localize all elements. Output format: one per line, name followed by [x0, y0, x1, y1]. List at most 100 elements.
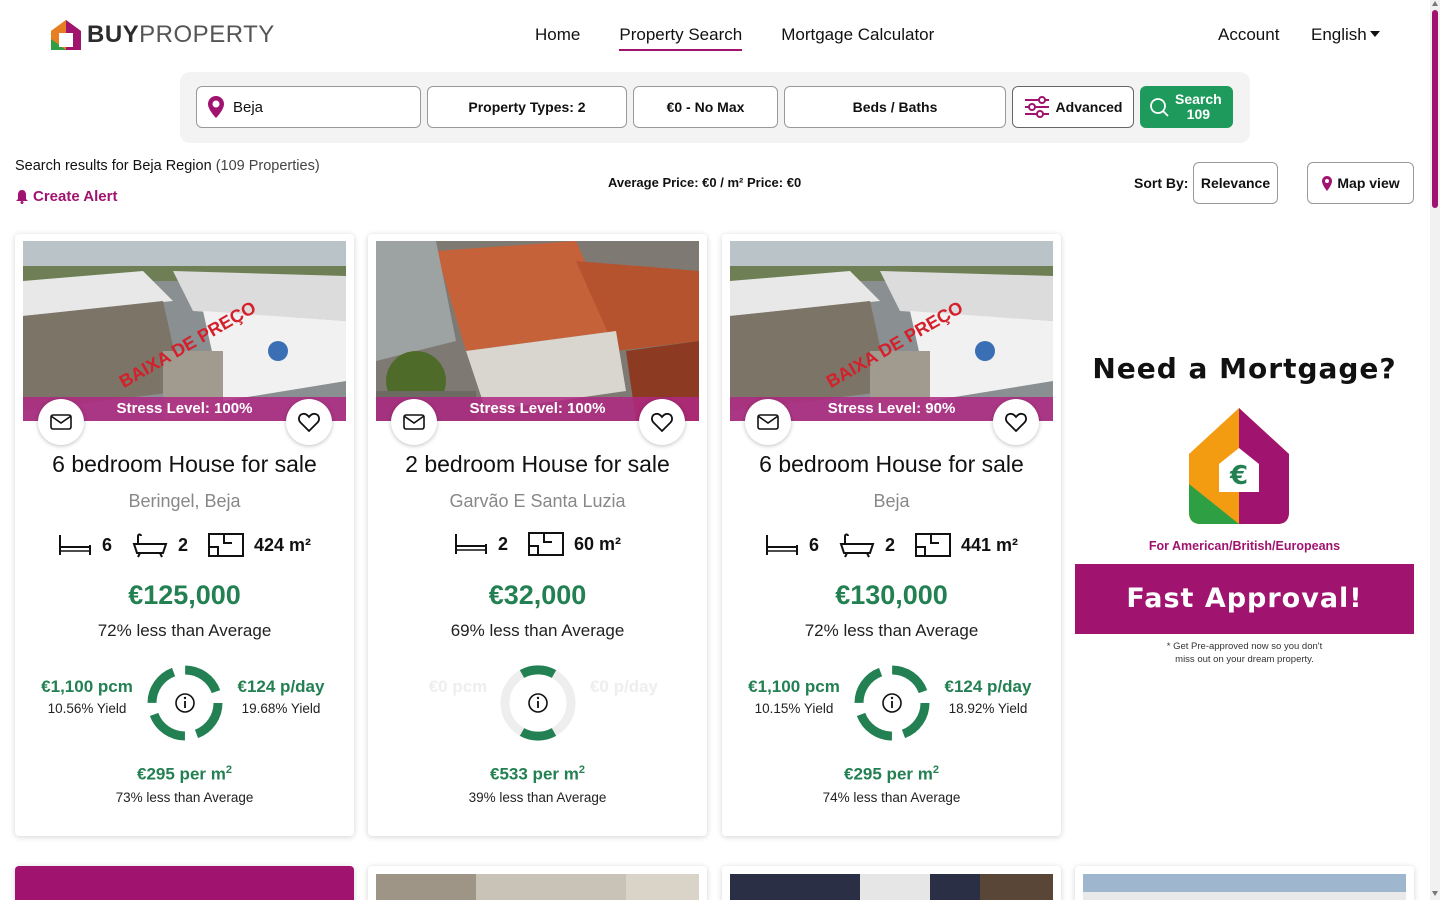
bed-icon: [58, 535, 91, 555]
nav-home[interactable]: Home: [535, 25, 580, 51]
map-pin-icon: [1322, 175, 1333, 191]
contact-agent-button[interactable]: [391, 399, 437, 445]
price-per-m2: €295 per m2: [137, 764, 232, 784]
main-nav: Home Property Search Mortgage Calculator: [535, 25, 973, 51]
bed-icon: [454, 534, 487, 554]
map-pin-icon: [208, 96, 224, 118]
floorplan-icon: [207, 533, 244, 557]
contact-agent-button[interactable]: [745, 399, 791, 445]
listing-card[interactable]: BAIXA DE PREÇO Stress Level: 90% 6 bedro…: [722, 234, 1061, 836]
beds-baths-dropdown[interactable]: Beds / Baths: [784, 86, 1006, 128]
listing-card[interactable]: [722, 866, 1061, 900]
bedrooms: 2: [454, 532, 508, 556]
page-scrollbar[interactable]: [1430, 0, 1440, 900]
floor-area: 60 m²: [527, 532, 621, 556]
nav-property-search[interactable]: Property Search: [619, 25, 743, 51]
listing-features: 6 2 441 m²: [722, 532, 1061, 558]
location-input[interactable]: Beja: [196, 86, 421, 128]
search-button[interactable]: Search 109: [1140, 86, 1233, 128]
yield-ring-info-icon[interactable]: [498, 663, 578, 743]
envelope-icon: [50, 414, 72, 430]
site-header: BUYPROPERTY Home Property Search Mortgag…: [0, 0, 1430, 70]
price-comparison: 72% less than Average: [804, 621, 979, 640]
floor-area: 424 m²: [207, 533, 311, 557]
listing-price: €125,000: [128, 580, 241, 610]
listing-photo[interactable]: BAIXA DE PREÇO Stress Level: 100%: [23, 241, 346, 421]
mortgage-ad-subtitle: For American/British/Europeans: [1148, 539, 1341, 553]
create-alert-link[interactable]: Create Alert: [15, 188, 117, 205]
envelope-icon: [757, 414, 779, 430]
daily-rent: €0 p/day: [589, 677, 659, 696]
promo-card[interactable]: [15, 866, 354, 900]
listing-title[interactable]: 6 bedroom House for sale: [722, 451, 1061, 478]
favourite-button[interactable]: [993, 399, 1039, 445]
sort-label: Sort By:: [1134, 175, 1189, 191]
contact-agent-button[interactable]: [38, 399, 84, 445]
listing-title[interactable]: 2 bedroom House for sale: [368, 451, 707, 478]
scrollbar-thumb[interactable]: [1432, 10, 1438, 208]
listing-features: 2 60 m²: [368, 532, 707, 556]
price-per-m2: €533 per m2: [490, 764, 585, 784]
listing-photo[interactable]: [730, 874, 1053, 900]
language-selector[interactable]: English: [1311, 25, 1380, 45]
favourite-button[interactable]: [639, 399, 685, 445]
bedrooms: 6: [765, 533, 819, 557]
price-per-m2: €295 per m2: [844, 764, 939, 784]
average-price: Average Price: €0 / m² Price: €0: [608, 175, 802, 190]
heart-icon: [1005, 412, 1027, 432]
favourite-button[interactable]: [286, 399, 332, 445]
house-photo-image: BAIXA DE PREÇO: [23, 241, 346, 421]
listing-card[interactable]: Stress Level: 100% 2 bedroom House for s…: [368, 234, 707, 836]
listing-card[interactable]: [1075, 866, 1414, 900]
house-photo-image: [376, 241, 699, 421]
sliders-icon: [1024, 96, 1049, 118]
monthly-rent: €1,100 pcm 10.56% Yield: [41, 677, 133, 716]
yield-ring-info-icon[interactable]: [145, 663, 225, 743]
listing-title[interactable]: 6 bedroom House for sale: [15, 451, 354, 478]
floorplan-icon: [914, 533, 951, 557]
account-link[interactable]: Account: [1218, 25, 1279, 45]
price-comparison: 69% less than Average: [450, 621, 625, 640]
listing-photo[interactable]: [1083, 874, 1406, 900]
listing-photo[interactable]: [376, 874, 699, 900]
listing-photo[interactable]: Stress Level: 100%: [376, 241, 699, 421]
price-per-m2-comparison: 73% less than Average: [115, 790, 254, 805]
fast-approval-button[interactable]: Fast Approval!: [1075, 564, 1414, 634]
envelope-icon: [403, 414, 425, 430]
site-logo[interactable]: BUYPROPERTY: [48, 17, 275, 53]
results-summary: Search results for Beja Region (109 Prop…: [15, 158, 320, 174]
daily-rent: €124 p/day 19.68% Yield: [237, 677, 325, 716]
monthly-rent: €1,100 pcm 10.15% Yield: [748, 677, 840, 716]
nav-mortgage-calculator[interactable]: Mortgage Calculator: [781, 25, 934, 51]
map-view-button[interactable]: Map view: [1307, 162, 1414, 204]
mortgage-ad-title[interactable]: Need a Mortgage?: [1075, 352, 1414, 385]
daily-rent: €124 p/day 18.92% Yield: [944, 677, 1032, 716]
search-button-label: Search 109: [1175, 91, 1222, 122]
listing-features: 6 2 424 m²: [15, 532, 354, 558]
search-icon: [1150, 98, 1169, 117]
advanced-label: Advanced: [1055, 99, 1123, 115]
listing-photo[interactable]: BAIXA DE PREÇO Stress Level: 90%: [730, 241, 1053, 421]
bed-icon: [765, 535, 798, 555]
bell-icon: [16, 190, 28, 204]
listing-card[interactable]: [368, 866, 707, 900]
sort-dropdown[interactable]: Relevance: [1193, 162, 1278, 204]
listing-price: €32,000: [488, 580, 587, 610]
listing-location: Garvão E Santa Luzia: [449, 491, 626, 511]
caret-down-icon: [1369, 31, 1380, 37]
advanced-filters-button[interactable]: Advanced: [1012, 86, 1134, 128]
mortgage-house-euro-icon[interactable]: €: [1181, 404, 1297, 526]
property-types-dropdown[interactable]: Property Types: 2: [427, 86, 627, 128]
language-label: English: [1311, 25, 1367, 44]
scroll-down-arrow-icon[interactable]: [1432, 891, 1438, 896]
yield-ring-info-icon[interactable]: [852, 663, 932, 743]
svg-text:€: €: [1229, 461, 1248, 491]
location-value: Beja: [233, 98, 264, 116]
floorplan-icon: [527, 532, 564, 556]
listing-location: Beringel, Beja: [128, 491, 241, 511]
scroll-up-arrow-icon[interactable]: [1432, 1, 1438, 6]
price-comparison: 72% less than Average: [97, 621, 272, 640]
listing-card[interactable]: BAIXA DE PREÇO Stress Level: 100% 6 bedr…: [15, 234, 354, 836]
price-range-dropdown[interactable]: €0 - No Max: [633, 86, 778, 128]
mortgage-ad-note: * Get Pre-approved now so you don't miss…: [1166, 641, 1323, 665]
